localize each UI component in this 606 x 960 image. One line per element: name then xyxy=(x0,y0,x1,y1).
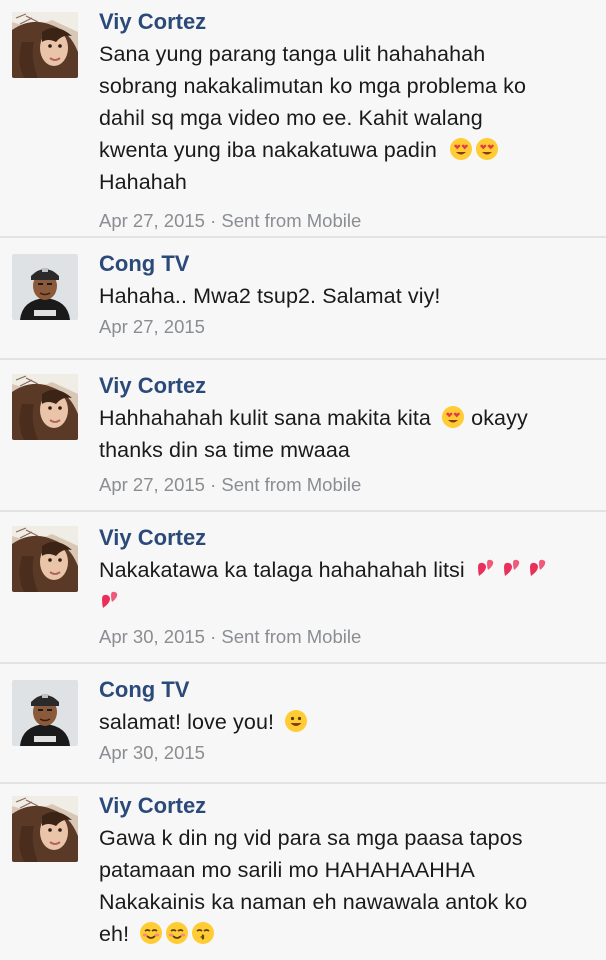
message-meta: Apr 30, 2015 xyxy=(99,742,592,764)
message-text: Sana yung parang tanga ulit hahahahah so… xyxy=(99,38,592,198)
message-line-text: eh! xyxy=(99,922,130,946)
sent-from-label: Sent from Mobile xyxy=(221,474,362,495)
message-line: Gawa k din ng vid para sa mga paasa tapo… xyxy=(99,826,523,850)
message-item: Viy Cortez Hahhahahah kulit sana makita … xyxy=(0,360,606,512)
avatar-viy-cortez[interactable] xyxy=(12,12,78,78)
girl-profile-photo-icon xyxy=(12,374,78,440)
message-date: Apr 30, 2015 xyxy=(99,742,205,763)
message-text: Gawa k din ng vid para sa mga paasa tapo… xyxy=(99,822,592,950)
message-date: Apr 27, 2015 xyxy=(99,316,205,337)
message-line: thanks din sa time mwaaa xyxy=(99,438,350,462)
message-meta: Apr 27, 2015 xyxy=(99,316,592,338)
heart-eyes-icon xyxy=(441,405,465,429)
message-line: salamat! love you! xyxy=(99,706,592,738)
message-text: Hahaha.. Mwa2 tsup2. Salamat viy! xyxy=(99,280,592,312)
message-item: Viy Cortez Sana yung parang tanga ulit h… xyxy=(0,0,606,238)
sent-from-label: Sent from Mobile xyxy=(221,210,362,231)
message-item: Cong TV Hahaha.. Mwa2 tsup2. Salamat viy… xyxy=(0,238,606,360)
message-line-text: kwenta yung iba nakakatuwa padin xyxy=(99,138,437,162)
message-line: Hahahah xyxy=(99,170,187,194)
kissing-icon xyxy=(191,921,215,945)
message-line: eh! xyxy=(99,918,592,950)
meta-separator: · xyxy=(210,626,217,647)
message-date: Apr 27, 2015 xyxy=(99,210,205,231)
blushing-smile-icon xyxy=(139,921,163,945)
smile-icon xyxy=(284,709,308,733)
message-line: Hahaha.. Mwa2 tsup2. Salamat viy! xyxy=(99,284,441,308)
boy-profile-photo-cap-icon xyxy=(12,254,78,320)
message-text: Hahhahahah kulit sana makita kita okayy … xyxy=(99,402,592,466)
message-line-text: salamat! love you! xyxy=(99,710,275,734)
message-line-text: Nakakatawa ka talaga hahahahah litsi xyxy=(99,558,465,582)
message-line: patamaan mo sarili mo HAHAHAAHHA xyxy=(99,858,475,882)
message-line-text: Hahhahahah kulit sana makita kita xyxy=(99,406,431,430)
message-line: dahil sq mga video mo ee. Kahit walang xyxy=(99,106,483,130)
message-line: sobrang nakakalimutan ko mga problema ko xyxy=(99,74,527,98)
girl-profile-photo-icon xyxy=(12,796,78,862)
meta-separator: · xyxy=(210,474,217,495)
avatar-cong-tv[interactable] xyxy=(12,254,78,320)
message-meta: Apr 27, 2015 · Sent from Mobile xyxy=(99,474,592,496)
message-line xyxy=(99,586,592,618)
message-line: Nakakainis ka naman eh nawawala antok ko xyxy=(99,890,528,914)
two-hearts-icon xyxy=(99,589,123,613)
boy-profile-photo-cap-icon xyxy=(12,680,78,746)
avatar-viy-cortez[interactable] xyxy=(12,526,78,592)
two-hearts-icon xyxy=(501,557,525,581)
sender-name[interactable]: Cong TV xyxy=(99,252,592,276)
sender-name[interactable]: Viy Cortez xyxy=(99,526,592,550)
message-line: Hahhahahah kulit sana makita kita okayy xyxy=(99,402,592,434)
message-date: Apr 30, 2015 xyxy=(99,626,205,647)
two-hearts-icon xyxy=(527,557,551,581)
avatar-cong-tv[interactable] xyxy=(12,680,78,746)
heart-eyes-icon xyxy=(475,137,499,161)
message-text: Nakakatawa ka talaga hahahahah litsi xyxy=(99,554,592,618)
message-meta: Apr 30, 2015 · Sent from Mobile xyxy=(99,626,592,648)
meta-separator: · xyxy=(210,210,217,231)
heart-eyes-icon xyxy=(449,137,473,161)
message-line: Sana yung parang tanga ulit hahahahah xyxy=(99,42,486,66)
sender-name[interactable]: Cong TV xyxy=(99,678,592,702)
message-line: Nakakatawa ka talaga hahahahah litsi xyxy=(99,554,592,586)
message-item: Viy Cortez Nakakatawa ka talaga hahahaha… xyxy=(0,512,606,664)
avatar-viy-cortez[interactable] xyxy=(12,374,78,440)
message-line: kwenta yung iba nakakatuwa padin xyxy=(99,134,592,166)
message-item: Viy Cortez Gawa k din ng vid para sa mga… xyxy=(0,784,606,960)
sender-name[interactable]: Viy Cortez xyxy=(99,794,592,818)
blushing-smile-icon xyxy=(165,921,189,945)
avatar-viy-cortez[interactable] xyxy=(12,796,78,862)
girl-profile-photo-icon xyxy=(12,526,78,592)
sender-name[interactable]: Viy Cortez xyxy=(99,374,592,398)
message-item: Cong TV salamat! love you! Apr 30, 2015 xyxy=(0,664,606,784)
two-hearts-icon xyxy=(475,557,499,581)
sent-from-label: Sent from Mobile xyxy=(221,626,362,647)
message-meta: Apr 27, 2015 · Sent from Mobile xyxy=(99,210,592,232)
message-date: Apr 27, 2015 xyxy=(99,474,205,495)
girl-profile-photo-icon xyxy=(12,12,78,78)
message-text: salamat! love you! xyxy=(99,706,592,738)
message-thread: Viy Cortez Sana yung parang tanga ulit h… xyxy=(0,0,606,960)
sender-name[interactable]: Viy Cortez xyxy=(99,10,592,34)
message-line-text: okayy xyxy=(471,406,528,430)
